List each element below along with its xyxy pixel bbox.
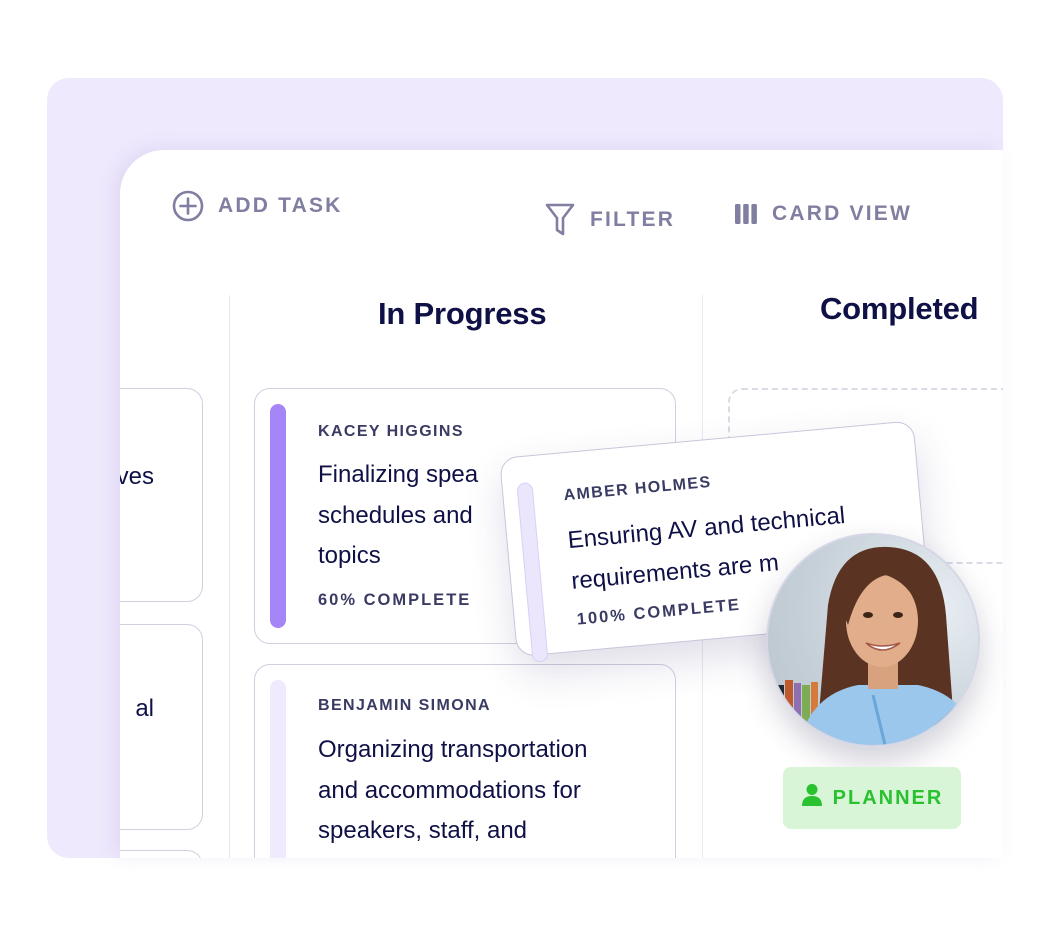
plus-circle-icon <box>172 190 204 222</box>
task-accent-bar <box>270 680 286 858</box>
task-assignee: AMBER HOLMES <box>562 473 713 505</box>
add-task-label: ADD TASK <box>218 194 343 217</box>
columns-icon <box>734 202 758 226</box>
task-accent-bar <box>516 482 549 663</box>
task-line: and accommodations for <box>318 776 581 804</box>
card-view-label: CARD VIEW <box>772 202 912 225</box>
user-avatar <box>766 533 980 747</box>
role-badge: PLANNER <box>783 767 961 829</box>
task-card-partial[interactable]: al <box>120 624 203 830</box>
filter-label: FILTER <box>590 208 676 231</box>
task-assignee: BENJAMIN SIMONA <box>318 697 492 714</box>
role-label: PLANNER <box>832 786 944 809</box>
task-text-fragment: al <box>135 695 154 722</box>
task-card-partial[interactable]: ves <box>120 388 203 602</box>
column-title-in-progress: In Progress <box>378 296 547 331</box>
task-line: Organizing transportation <box>318 736 588 763</box>
filter-funnel-icon <box>544 202 576 238</box>
add-task-button[interactable]: ADD TASK <box>172 190 343 222</box>
task-assignee: KACEY HIGGINS <box>318 423 464 440</box>
card-view-button[interactable]: CARD VIEW <box>734 202 912 226</box>
column-divider <box>229 295 230 858</box>
task-progress: 60% COMPLETE <box>318 591 472 609</box>
column-title-completed: Completed <box>820 291 979 326</box>
task-accent-bar <box>270 404 286 628</box>
person-icon <box>801 783 823 813</box>
filter-button[interactable]: FILTER <box>544 202 675 238</box>
task-card-partial[interactable] <box>120 850 203 858</box>
task-line: speakers, staff, and <box>318 817 528 844</box>
task-progress: 100% COMPLETE <box>576 595 742 629</box>
task-text-fragment: ves <box>120 463 154 490</box>
task-card[interactable]: BENJAMIN SIMONA Organizing transportatio… <box>254 664 676 858</box>
task-description: Organizing transportation and accommodat… <box>318 730 668 852</box>
user-avatar-photo <box>768 546 978 745</box>
